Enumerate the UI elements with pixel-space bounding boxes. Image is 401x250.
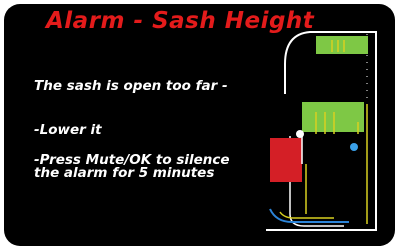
fume-hood-diagram <box>266 31 377 231</box>
status-light <box>350 143 358 151</box>
sash-panel <box>302 102 364 132</box>
upper-panel <box>316 36 368 54</box>
floor-flow <box>269 208 349 223</box>
alarm-indicator <box>270 138 302 182</box>
alarm-screen: Alarm - Sash Height The sash is open too… <box>4 4 395 246</box>
alarm-knob <box>296 130 304 138</box>
